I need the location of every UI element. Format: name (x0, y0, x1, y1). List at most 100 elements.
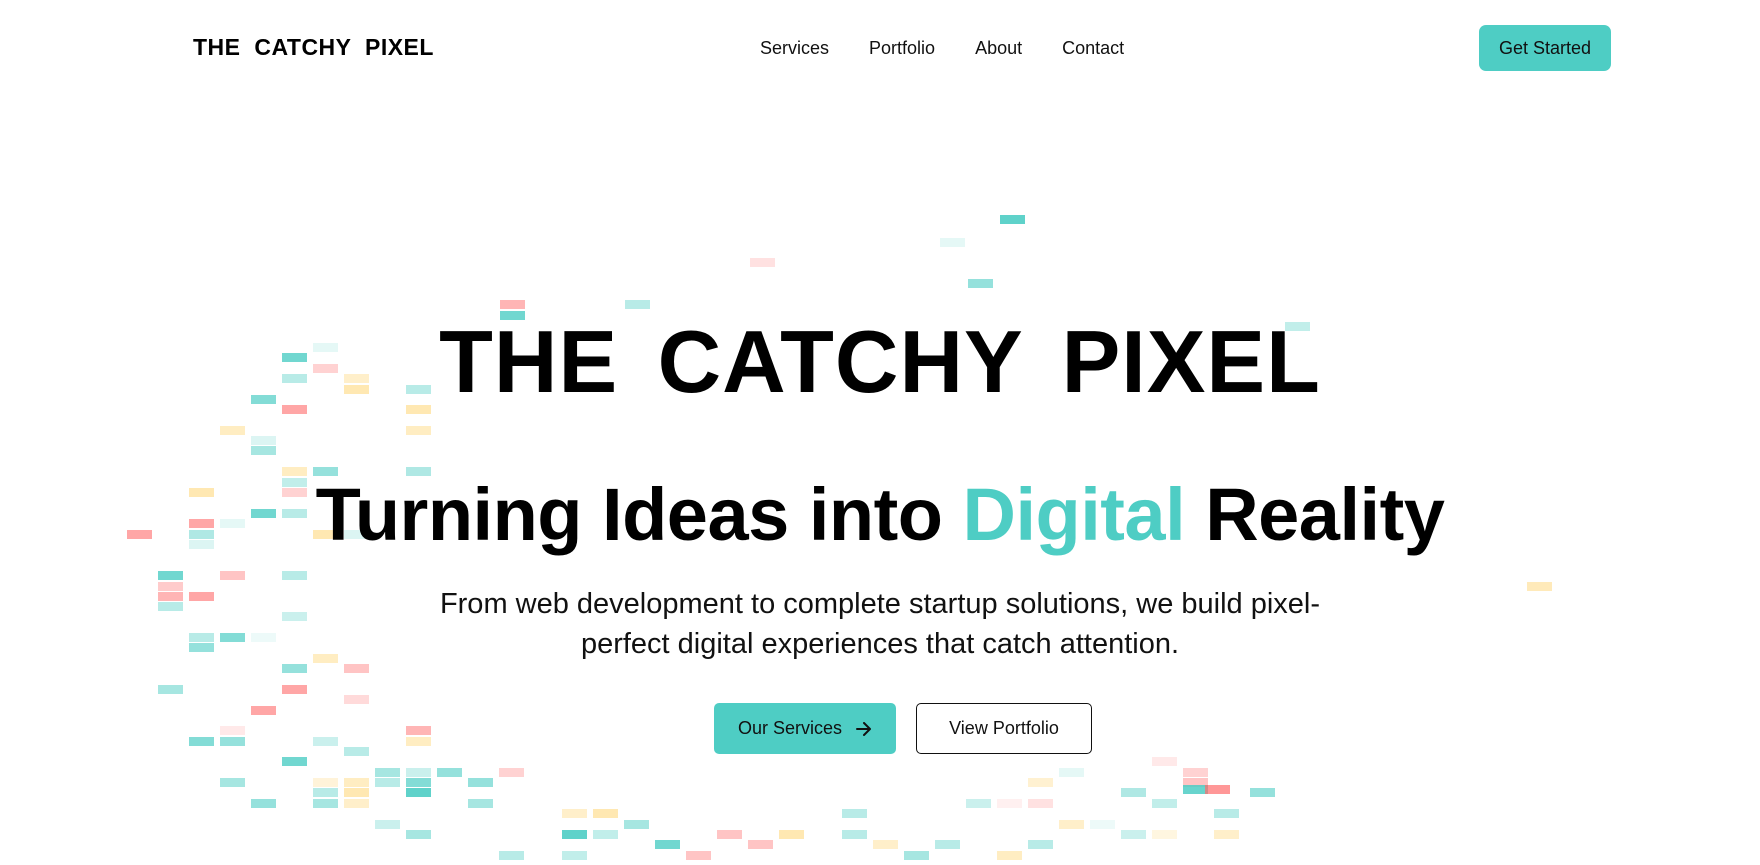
hero-heading-part2: Reality (1205, 473, 1445, 556)
pixel-block (562, 851, 587, 860)
pixel-block (499, 851, 524, 860)
pixel-block (1000, 215, 1025, 224)
get-started-button[interactable]: Get Started (1479, 25, 1611, 71)
pixel-block (842, 809, 867, 818)
nav-link-portfolio[interactable]: Portfolio (869, 38, 935, 59)
arrow-right-icon (856, 721, 872, 736)
pixel-block (375, 768, 400, 777)
pixel-block (158, 602, 183, 611)
pixel-block (220, 737, 245, 746)
pixel-block (344, 695, 369, 704)
pixel-block (1121, 830, 1146, 839)
pixel-block (344, 778, 369, 787)
pixel-block (1183, 785, 1208, 794)
pixel-block (1250, 788, 1275, 797)
pixel-block (904, 851, 929, 860)
pixel-block (220, 778, 245, 787)
pixel-block (282, 571, 307, 580)
pixel-block (1059, 820, 1084, 829)
nav-link-contact[interactable]: Contact (1062, 38, 1124, 59)
pixel-block (406, 726, 431, 735)
pixel-block (1152, 757, 1177, 766)
pixel-block (779, 830, 804, 839)
pixel-block (468, 778, 493, 787)
pixel-block (1152, 799, 1177, 808)
pixel-block (593, 830, 618, 839)
pixel-block (1205, 785, 1230, 794)
pixel-block (282, 685, 307, 694)
hero-heading-part1: Turning Ideas into (315, 473, 943, 556)
pixel-block (686, 851, 711, 860)
view-portfolio-button[interactable]: View Portfolio (916, 703, 1092, 754)
pixel-block (282, 757, 307, 766)
pixel-block (562, 830, 587, 839)
pixel-block (750, 258, 775, 267)
pixel-block (375, 820, 400, 829)
hero-title: THE CATCHY PIXEL (439, 312, 1321, 411)
pixel-block (1183, 778, 1208, 787)
pixel-block (158, 582, 183, 591)
pixel-block (189, 633, 214, 642)
pixel-block (655, 840, 680, 849)
pixel-block (282, 664, 307, 673)
pixel-block (406, 737, 431, 746)
pixel-block (158, 685, 183, 694)
pixel-block (344, 664, 369, 673)
top-navbar: THE CATCHY PIXEL Services Portfolio Abou… (0, 0, 1760, 98)
pixel-block (935, 840, 960, 849)
nav-link-about[interactable]: About (975, 38, 1022, 59)
pixel-block (406, 426, 431, 435)
pixel-block (158, 571, 183, 580)
pixel-block (1059, 768, 1084, 777)
pixel-block (593, 809, 618, 818)
main-nav: Services Portfolio About Contact (760, 38, 1124, 59)
pixel-block (251, 633, 276, 642)
pixel-block (220, 633, 245, 642)
pixel-block (158, 592, 183, 601)
pixel-block (873, 840, 898, 849)
pixel-block (997, 799, 1022, 808)
pixel-block (1028, 778, 1053, 787)
pixel-block (940, 238, 965, 247)
pixel-block (282, 405, 307, 414)
pixel-block (1183, 768, 1208, 777)
brand-logo[interactable]: THE CATCHY PIXEL (193, 34, 434, 61)
pixel-block (375, 778, 400, 787)
pixel-block (1527, 582, 1552, 591)
pixel-block (1028, 840, 1053, 849)
pixel-block (313, 737, 338, 746)
pixel-block (313, 778, 338, 787)
pixel-block (1028, 799, 1053, 808)
pixel-block (344, 799, 369, 808)
pixel-block (562, 809, 587, 818)
pixel-block (251, 706, 276, 715)
pixel-block (997, 851, 1022, 860)
pixel-block (1152, 830, 1177, 839)
pixel-block (968, 279, 993, 288)
pixel-block (1121, 788, 1146, 797)
pixel-block (220, 426, 245, 435)
pixel-block (1090, 820, 1115, 829)
pixel-block (313, 788, 338, 797)
pixel-block (717, 830, 742, 839)
pixel-block (437, 768, 462, 777)
pixel-block (406, 768, 431, 777)
hero-heading: Turning Ideas into Digital Reality (0, 474, 1760, 555)
our-services-button[interactable]: Our Services (714, 703, 896, 754)
pixel-block (344, 788, 369, 797)
hero-heading-accent: Digital (962, 473, 1186, 556)
pixel-block (251, 436, 276, 445)
pixel-block (344, 747, 369, 756)
pixel-block (1214, 830, 1239, 839)
pixel-block (1214, 809, 1239, 818)
our-services-label: Our Services (737, 718, 843, 738)
nav-link-services[interactable]: Services (760, 38, 829, 59)
pixel-block (406, 830, 431, 839)
pixel-block (500, 300, 525, 309)
pixel-block (251, 446, 276, 455)
pixel-block (313, 799, 338, 808)
pixel-block (220, 571, 245, 580)
pixel-block (966, 799, 991, 808)
hero-subtitle: From web development to complete startup… (439, 588, 1321, 660)
pixel-block (842, 830, 867, 839)
